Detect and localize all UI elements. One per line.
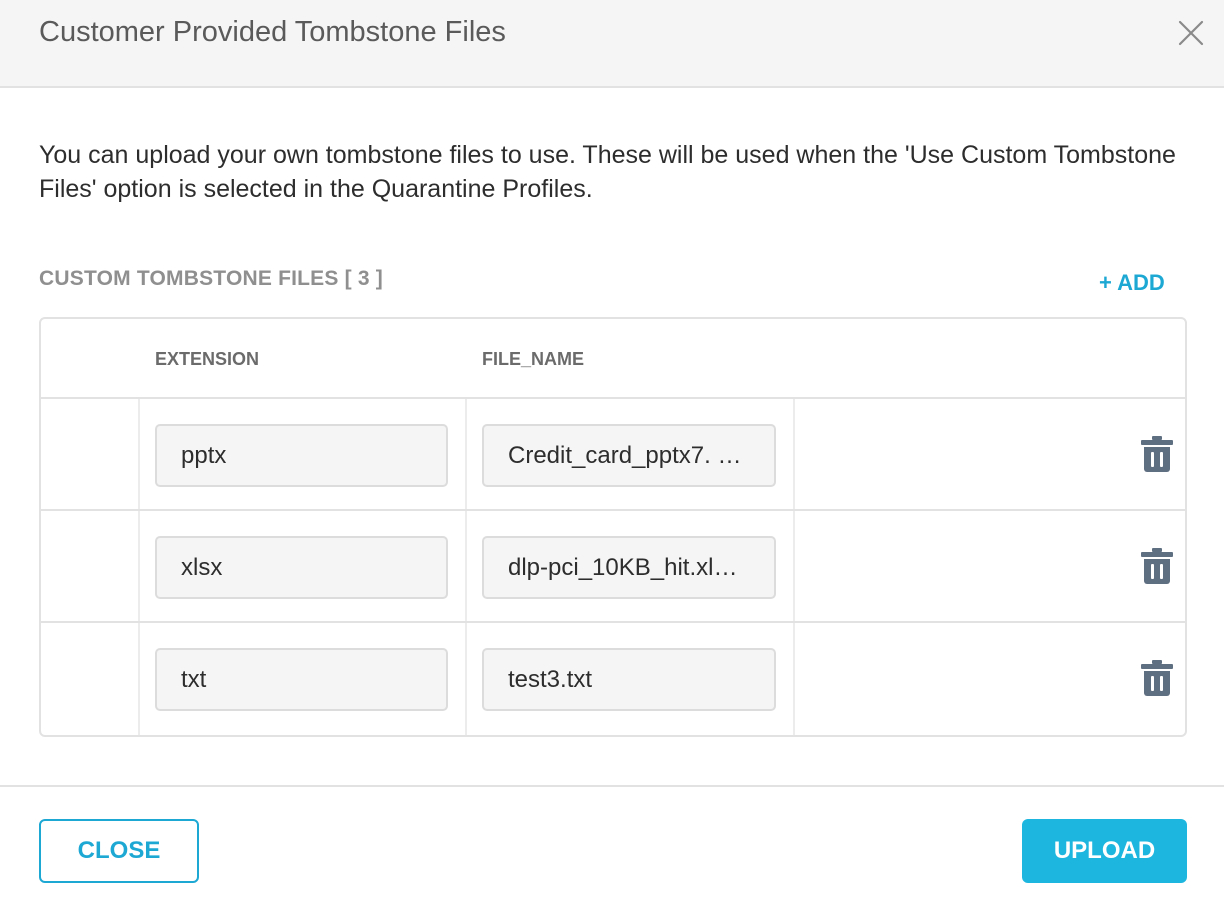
column-header-extension: EXTENSION <box>155 349 260 369</box>
tombstone-files-table: EXTENSION FILE_NAME pptx Credit_card_ppt… <box>39 317 1187 737</box>
column-divider <box>465 511 467 621</box>
trash-icon[interactable] <box>1141 660 1173 696</box>
extension-field[interactable]: xlsx <box>155 536 448 599</box>
dialog-header: Customer Provided Tombstone Files <box>0 0 1224 88</box>
dialog-description: You can upload your own tombstone files … <box>39 141 1176 203</box>
footer-divider <box>0 785 1224 787</box>
column-divider <box>793 399 795 509</box>
table-row: pptx Credit_card_pptx7. … <box>41 399 1185 511</box>
trash-icon[interactable] <box>1141 548 1173 584</box>
column-divider <box>138 399 140 509</box>
tombstone-dialog: Customer Provided Tombstone Files You ca… <box>0 0 1224 912</box>
column-divider <box>793 623 795 735</box>
table-header: EXTENSION FILE_NAME <box>41 319 1185 399</box>
close-x-icon[interactable] <box>1176 18 1206 48</box>
extension-field[interactable]: txt <box>155 648 448 711</box>
extension-field[interactable]: pptx <box>155 424 448 487</box>
file-name-field[interactable]: Credit_card_pptx7. … <box>482 424 776 487</box>
table-row: txt test3.txt <box>41 623 1185 735</box>
column-divider <box>465 399 467 509</box>
column-divider <box>138 511 140 621</box>
trash-icon[interactable] <box>1141 436 1173 472</box>
file-name-field[interactable]: dlp-pci_10KB_hit.xl… <box>482 536 776 599</box>
add-button[interactable]: + ADD <box>1099 270 1165 296</box>
column-header-file-name: FILE_NAME <box>482 349 585 369</box>
column-divider <box>793 511 795 621</box>
upload-button[interactable]: UPLOAD <box>1022 819 1187 883</box>
column-divider <box>465 623 467 735</box>
dialog-title: Customer Provided Tombstone Files <box>39 16 506 48</box>
table-row: xlsx dlp-pci_10KB_hit.xl… <box>41 511 1185 623</box>
close-button[interactable]: CLOSE <box>39 819 199 883</box>
section-label: CUSTOM TOMBSTONE FILES [ 3 ] <box>39 267 383 290</box>
column-divider <box>138 623 140 735</box>
file-name-field[interactable]: test3.txt <box>482 648 776 711</box>
